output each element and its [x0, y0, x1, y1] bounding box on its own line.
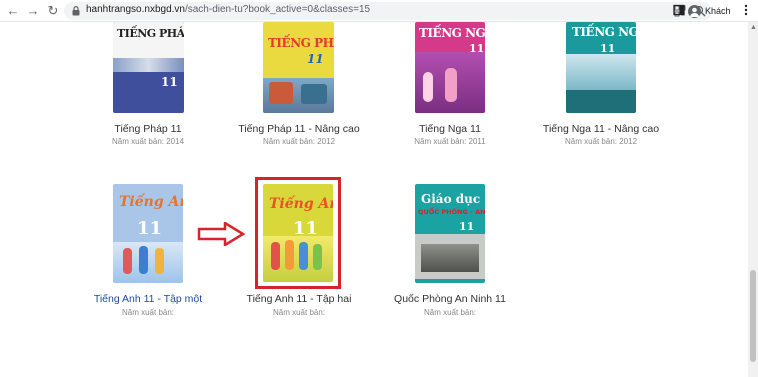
- cover-title: TIẾNG PHÁP: [268, 36, 334, 50]
- scroll-up-icon[interactable]: ▲: [750, 24, 757, 31]
- book-year: Năm xuất bản: 2014: [111, 137, 185, 146]
- book-cover[interactable]: Tiếng Anh 11: [263, 184, 333, 282]
- vertical-scrollbar[interactable]: ▲: [748, 22, 758, 377]
- book-cover[interactable]: TIẾNG PHÁP 11: [113, 22, 184, 113]
- cover-title: Tiếng Anh: [119, 194, 183, 210]
- lock-icon: [72, 6, 80, 16]
- book-cover[interactable]: TIẾNG NGA 11: [415, 22, 485, 113]
- book-cover[interactable]: Giáo dục QUỐC PHÒNG - AN NINH 11: [415, 184, 485, 283]
- book-title[interactable]: Tiếng Nga 11: [419, 123, 481, 135]
- book-year: Năm xuất bản: 2011: [414, 137, 486, 146]
- scrollbar-thumb[interactable]: [750, 270, 756, 362]
- cover-title: Tiếng Anh: [269, 196, 333, 212]
- cover-title: TIẾNG NGA: [419, 26, 485, 40]
- book-year: Năm xuất bản: 2012: [564, 137, 638, 146]
- url-text: hanhtrangso.nxbgd.vn/sach-dien-tu?book_a…: [86, 4, 371, 15]
- book-title[interactable]: Tiếng Pháp 11 - Nâng cao: [238, 123, 359, 135]
- book-year: Năm xuất bản:: [272, 308, 326, 317]
- book-year: Năm xuất bản: 2012: [262, 137, 336, 146]
- book-cover[interactable]: Tiếng Anh 11: [113, 184, 183, 283]
- cover-number: 11: [307, 52, 324, 66]
- book-year: Năm xuất bản:: [121, 308, 175, 317]
- cover-number: 11: [161, 75, 178, 89]
- reload-icon[interactable]: ↻: [44, 2, 62, 20]
- browser-toolbar: ← → ↻ hanhtrangso.nxbgd.vn/sach-dien-tu?…: [0, 0, 758, 22]
- cover-subtitle: QUỐC PHÒNG - AN NINH: [418, 208, 485, 216]
- book-grid: TIẾNG PHÁP 11 Tiếng Pháp 11 Năm xuất bản…: [0, 22, 748, 377]
- cover-number: 11: [469, 42, 485, 55]
- book-title[interactable]: Tiếng Nga 11 - Nâng cao: [543, 123, 659, 135]
- book-cover[interactable]: TIẾNG PHÁP 11: [263, 22, 334, 113]
- side-panel-icon[interactable]: [672, 3, 686, 17]
- book-title[interactable]: Tiếng Anh 11 - Tập hai: [247, 293, 352, 305]
- cover-title: Giáo dục: [421, 192, 481, 206]
- profile-label: Khách: [705, 6, 731, 16]
- cover-number: 11: [600, 42, 616, 55]
- cover-number: 11: [459, 220, 475, 233]
- forward-arrow-icon[interactable]: →: [24, 2, 42, 20]
- book-year: Năm xuất bản:: [423, 308, 477, 317]
- book-title[interactable]: Tiếng Anh 11 - Tập một: [94, 293, 202, 305]
- cover-title: TIẾNG NGA: [572, 25, 636, 39]
- avatar-icon: [688, 4, 701, 18]
- book-cover[interactable]: TIẾNG NGA 11: [566, 22, 636, 113]
- more-menu-icon[interactable]: [742, 3, 750, 17]
- book-title[interactable]: Quốc Phòng An Ninh 11: [394, 293, 506, 305]
- book-title[interactable]: Tiếng Pháp 11: [114, 123, 181, 135]
- cover-number: 11: [137, 218, 163, 239]
- profile-button[interactable]: Khách: [688, 2, 731, 20]
- red-arrow-icon: [197, 222, 245, 246]
- cover-number: 11: [293, 218, 319, 239]
- back-arrow-icon[interactable]: ←: [4, 2, 22, 20]
- address-bar[interactable]: hanhtrangso.nxbgd.vn/sach-dien-tu?book_a…: [64, 2, 712, 20]
- cover-title: TIẾNG PHÁP: [117, 27, 184, 40]
